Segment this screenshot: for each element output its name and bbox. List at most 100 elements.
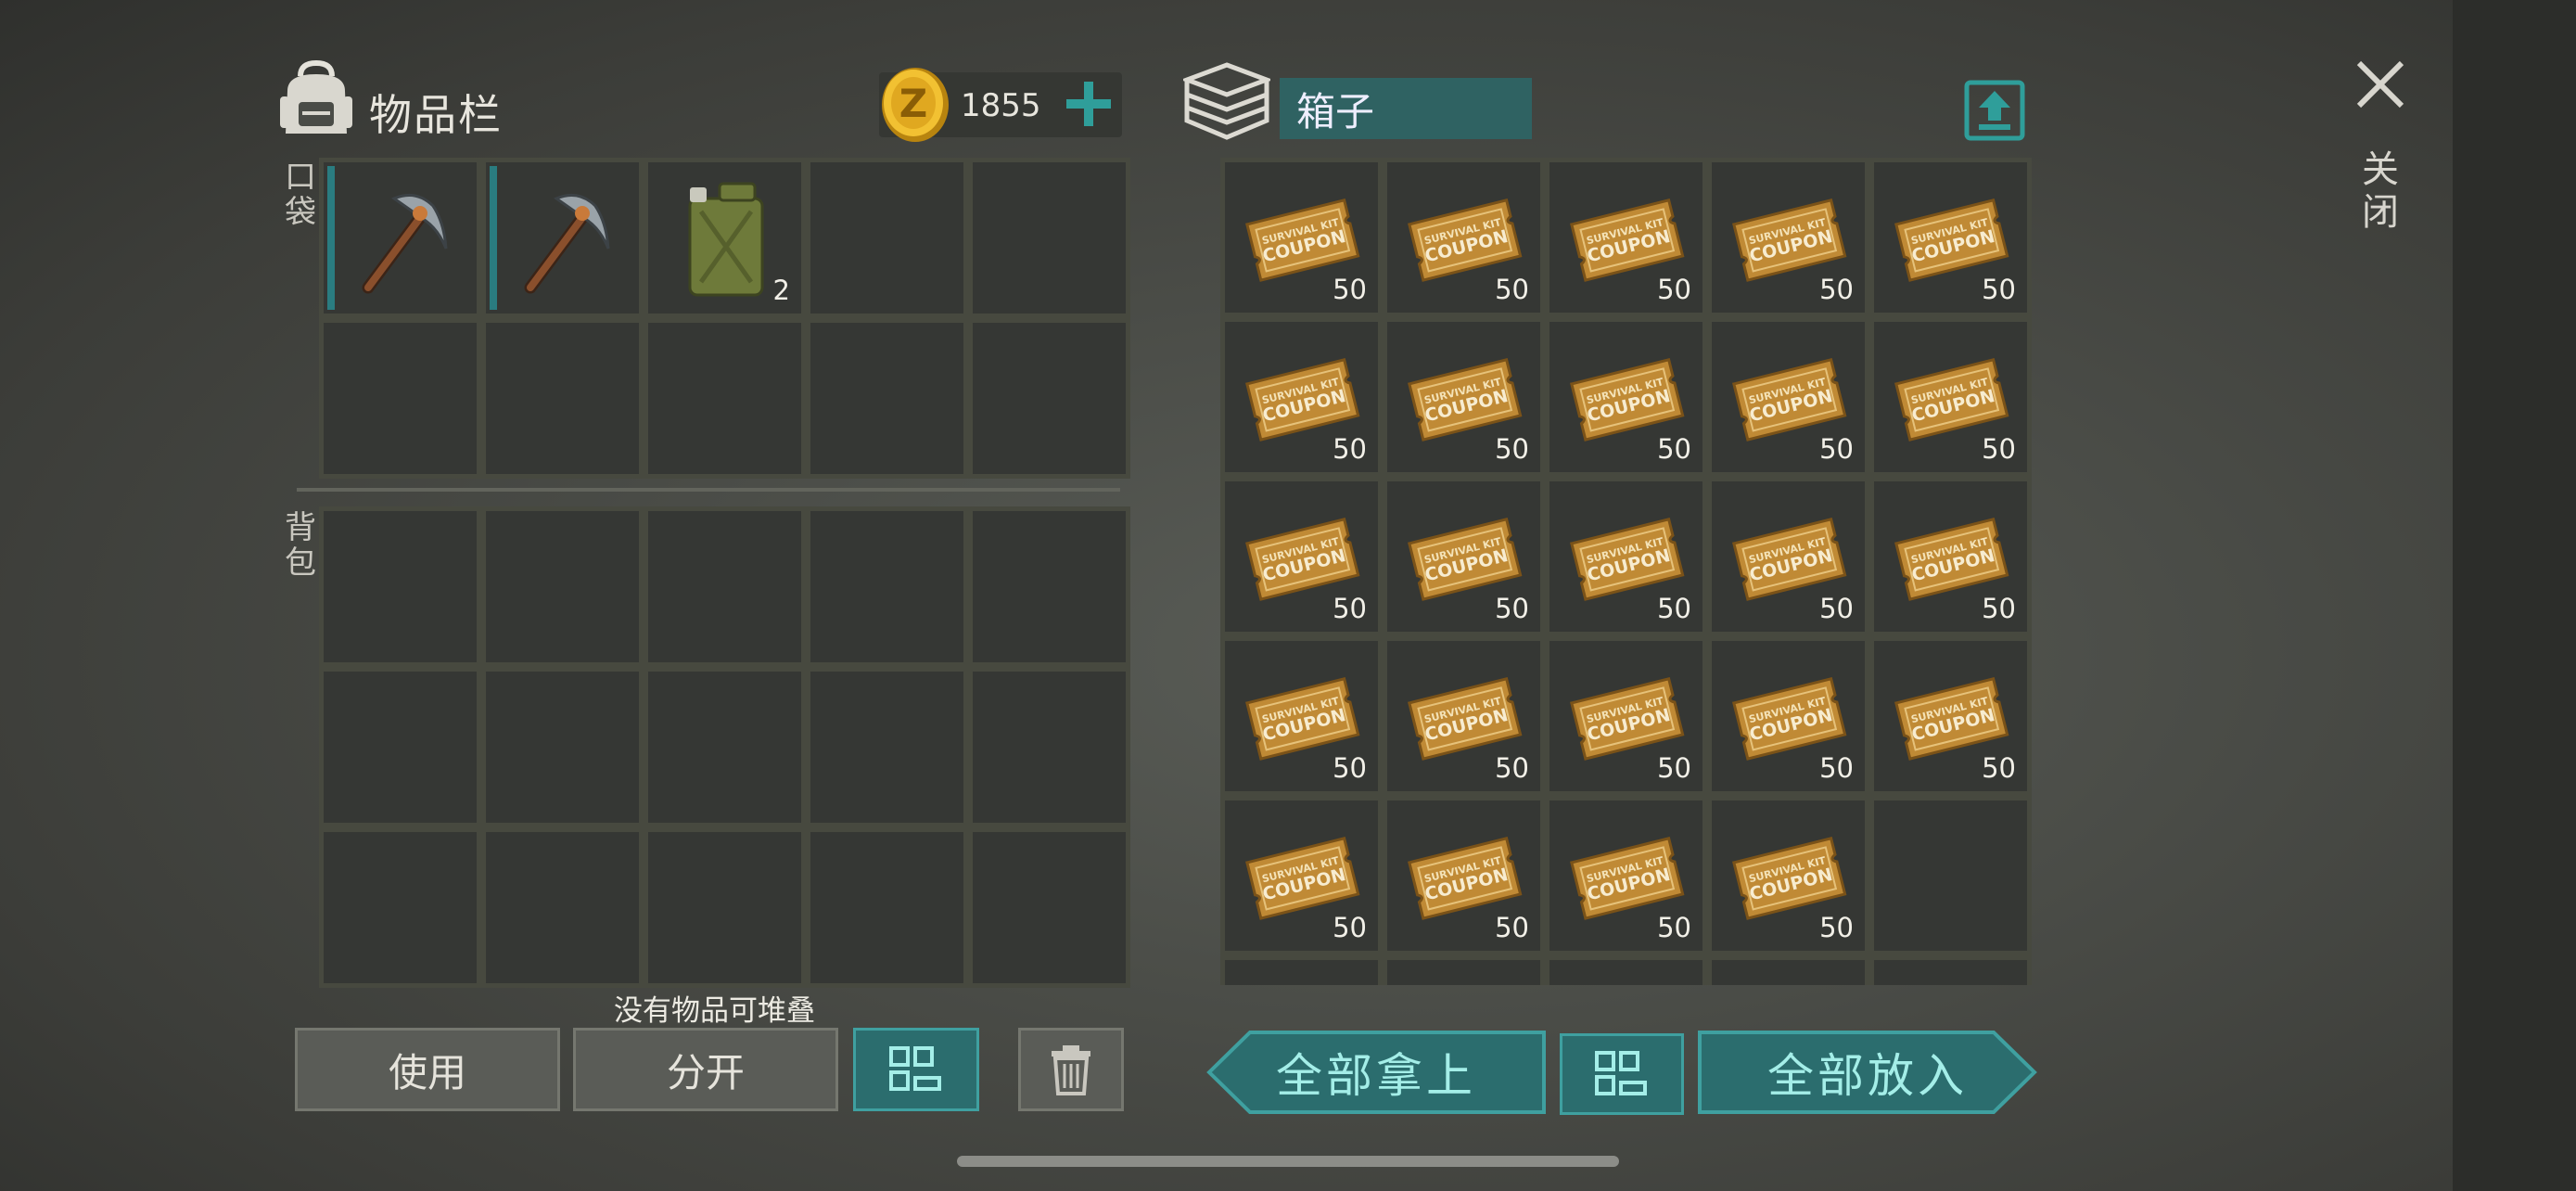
close-label[interactable]: 关闭 (2357, 148, 2404, 234)
empty-slot[interactable] (968, 506, 1130, 667)
item-quantity: 50 (1657, 433, 1691, 465)
item-slot[interactable]: SURVIVAL KIT COUPON 50 (1869, 158, 2032, 317)
storage-box-icon (1183, 62, 1270, 140)
item-slot[interactable]: SURVIVAL KIT COUPON 50 (1545, 317, 1707, 477)
container-grid: SURVIVAL KIT COUPON 50 SURVIVAL KIT COUP… (1220, 158, 2032, 955)
z-coin-icon: Z (882, 68, 949, 142)
item-quantity: 50 (1819, 433, 1854, 465)
inventory-title: 物品栏 (369, 90, 503, 140)
close-icon[interactable] (2353, 58, 2407, 111)
sort-grid-icon (889, 1046, 941, 1091)
container-grid-next-row (1220, 955, 2032, 985)
sort-container-button[interactable] (1560, 1033, 1684, 1115)
empty-slot[interactable] (1869, 796, 2032, 955)
container-name-field[interactable] (1280, 78, 1532, 139)
empty-slot[interactable] (1707, 955, 1869, 985)
sort-grid-icon (1595, 1051, 1647, 1095)
item-slot[interactable]: SURVIVAL KIT COUPON 50 (1707, 158, 1869, 317)
item-slot[interactable]: SURVIVAL KIT COUPON 50 (1707, 636, 1869, 796)
split-button[interactable]: 分开 (573, 1028, 838, 1111)
item-slot[interactable]: SURVIVAL KIT COUPON 50 (1220, 636, 1383, 796)
empty-slot[interactable] (319, 667, 481, 827)
item-slot[interactable]: SURVIVAL KIT COUPON 50 (1545, 158, 1707, 317)
home-indicator[interactable] (957, 1156, 1619, 1167)
item-quantity: 50 (1819, 752, 1854, 784)
item-slot[interactable]: SURVIVAL KIT COUPON 50 (1545, 477, 1707, 636)
item-quantity: 50 (1982, 433, 2016, 465)
empty-slot[interactable] (644, 318, 806, 479)
empty-slot[interactable] (1383, 955, 1545, 985)
backpack-icon (280, 59, 352, 134)
empty-slot[interactable] (644, 827, 806, 988)
trash-icon (1052, 1045, 1090, 1095)
item-quantity: 50 (1495, 593, 1529, 624)
empty-slot[interactable] (481, 506, 644, 667)
empty-slot[interactable] (806, 667, 968, 827)
item-slot[interactable]: SURVIVAL KIT COUPON 50 (1383, 158, 1545, 317)
empty-slot[interactable] (644, 667, 806, 827)
empty-slot[interactable] (968, 318, 1130, 479)
item-slot[interactable] (319, 158, 481, 318)
item-slot[interactable]: SURVIVAL KIT COUPON 50 (1869, 636, 2032, 796)
item-slot[interactable]: SURVIVAL KIT COUPON 50 (1383, 796, 1545, 955)
item-slot[interactable]: SURVIVAL KIT COUPON 50 (1869, 317, 2032, 477)
upload-transfer-icon[interactable] (1964, 80, 2025, 141)
pocket-grid: 2 (319, 158, 1130, 479)
item-slot[interactable]: SURVIVAL KIT COUPON 50 (1383, 477, 1545, 636)
pocket-label: 口袋 (285, 159, 316, 231)
empty-slot[interactable] (968, 158, 1130, 318)
sort-inventory-button[interactable] (853, 1028, 979, 1111)
coin-letter: Z (899, 81, 927, 126)
empty-slot[interactable] (806, 827, 968, 988)
item-slot[interactable]: SURVIVAL KIT COUPON 50 (1545, 796, 1707, 955)
empty-slot[interactable] (1869, 955, 2032, 985)
item-quantity: 50 (1819, 274, 1854, 305)
trash-button[interactable] (1018, 1028, 1124, 1111)
add-currency-button[interactable] (1061, 76, 1116, 132)
item-slot[interactable]: SURVIVAL KIT COUPON 50 (1220, 317, 1383, 477)
item-quantity: 50 (1819, 912, 1854, 943)
item-quantity: 50 (1495, 433, 1529, 465)
currency-amount: 1855 (961, 87, 1041, 124)
item-quantity: 50 (1333, 274, 1367, 305)
put-all-label: 全部放入 (1767, 1049, 1968, 1103)
empty-slot[interactable] (319, 506, 481, 667)
empty-slot[interactable] (481, 827, 644, 988)
right-edge-shade (2453, 0, 2576, 1191)
put-all-button[interactable]: 全部放入 (1697, 1030, 2038, 1115)
empty-slot[interactable] (968, 667, 1130, 827)
empty-slot[interactable] (968, 827, 1130, 988)
item-slot[interactable]: SURVIVAL KIT COUPON 50 (1383, 317, 1545, 477)
empty-slot[interactable] (319, 318, 481, 479)
item-quantity: 50 (1657, 912, 1691, 943)
item-slot[interactable]: SURVIVAL KIT COUPON 50 (1707, 796, 1869, 955)
item-slot[interactable]: SURVIVAL KIT COUPON 50 (1220, 796, 1383, 955)
item-slot[interactable]: SURVIVAL KIT COUPON 50 (1383, 636, 1545, 796)
empty-slot[interactable] (1545, 955, 1707, 985)
empty-slot[interactable] (1220, 955, 1383, 985)
empty-slot[interactable] (481, 667, 644, 827)
item-quantity: 50 (1333, 752, 1367, 784)
item-slot[interactable]: SURVIVAL KIT COUPON 50 (1869, 477, 2032, 636)
section-divider (297, 488, 1120, 492)
item-quantity: 50 (1982, 752, 2016, 784)
item-quantity: 50 (1495, 274, 1529, 305)
empty-slot[interactable] (644, 506, 806, 667)
take-all-button[interactable]: 全部拿上 (1205, 1030, 1547, 1115)
backpack-grid (319, 506, 1130, 988)
item-slot[interactable]: SURVIVAL KIT COUPON 50 (1545, 636, 1707, 796)
item-slot[interactable]: SURVIVAL KIT COUPON 50 (1220, 477, 1383, 636)
empty-slot[interactable] (806, 318, 968, 479)
empty-slot[interactable] (481, 318, 644, 479)
item-slot[interactable]: SURVIVAL KIT COUPON 50 (1707, 317, 1869, 477)
use-button[interactable]: 使用 (295, 1028, 560, 1111)
item-quantity: 50 (1333, 593, 1367, 624)
item-slot[interactable]: SURVIVAL KIT COUPON 50 (1220, 158, 1383, 317)
take-all-label: 全部拿上 (1276, 1049, 1476, 1103)
empty-slot[interactable] (806, 158, 968, 318)
item-slot[interactable] (481, 158, 644, 318)
item-slot[interactable]: SURVIVAL KIT COUPON 50 (1707, 477, 1869, 636)
empty-slot[interactable] (806, 506, 968, 667)
empty-slot[interactable] (319, 827, 481, 988)
item-slot[interactable]: 2 (644, 158, 806, 318)
